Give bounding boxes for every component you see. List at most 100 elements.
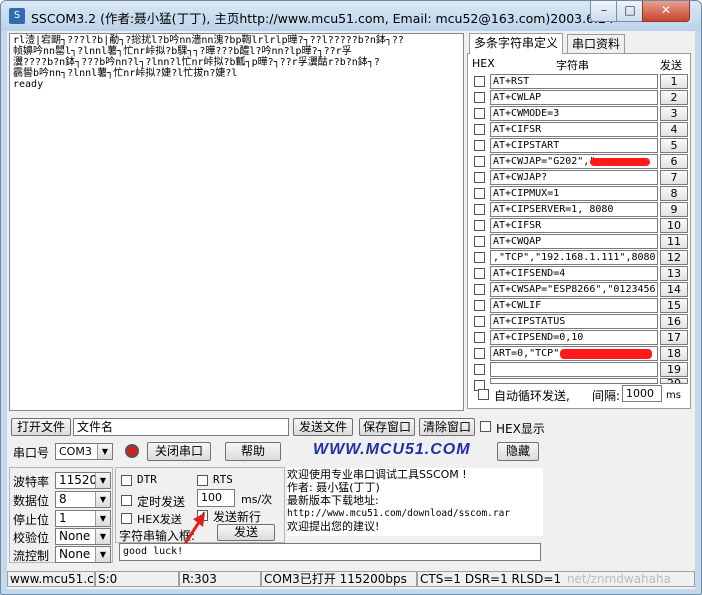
row-send-button[interactable]: 1 [660, 74, 688, 89]
row-send-button[interactable]: 14 [660, 282, 688, 297]
row-hex-checkbox[interactable] [474, 252, 485, 263]
row-send-button[interactable]: 2 [660, 90, 688, 105]
row-send-button[interactable]: 9 [660, 202, 688, 217]
send-button[interactable]: 发送 [217, 524, 275, 541]
row-hex-checkbox[interactable] [474, 364, 485, 375]
baud-select[interactable]: 115200 ▼ [55, 472, 111, 489]
rts-label: RTS [213, 473, 233, 486]
minimize-button[interactable]: – [590, 1, 618, 22]
string-row: AT+CIFSEND=4 13 [468, 266, 692, 282]
row-string-input[interactable]: AT+CWMODE=3 [490, 106, 658, 121]
row-send-button[interactable]: 3 [660, 106, 688, 121]
row-hex-checkbox[interactable] [474, 284, 485, 295]
row-hex-checkbox[interactable] [474, 188, 485, 199]
hex-display-checkbox[interactable] [480, 421, 491, 432]
row-hex-checkbox[interactable] [474, 92, 485, 103]
open-file-button[interactable]: 打开文件 [11, 418, 71, 436]
timed-interval-input[interactable]: 100 [197, 489, 235, 507]
row-string-input[interactable]: AT+CIFSR [490, 122, 658, 137]
flow-select[interactable]: None ▼ [55, 546, 111, 563]
header-send: 发送 [660, 59, 682, 72]
row-string-input[interactable]: AT+CWLIF [490, 298, 658, 313]
row-send-button[interactable]: 8 [660, 186, 688, 201]
chevron-down-icon[interactable]: ▼ [97, 444, 112, 459]
rts-checkbox[interactable] [197, 475, 208, 486]
row-string-input[interactable]: AT+CWQAP [490, 234, 658, 249]
row-string-input[interactable]: AT+CWSAP="ESP8266","0123456' [490, 282, 658, 297]
row-send-button[interactable]: 17 [660, 330, 688, 345]
row-hex-checkbox[interactable] [474, 172, 485, 183]
row-send-button[interactable]: 10 [660, 218, 688, 233]
row-send-button[interactable]: 20 [660, 378, 688, 384]
row-string-input[interactable]: AT+CIFSR [490, 218, 658, 233]
row-hex-checkbox[interactable] [474, 140, 485, 151]
row-hex-checkbox[interactable] [474, 220, 485, 231]
row-hex-checkbox[interactable] [474, 348, 485, 359]
hide-button[interactable]: 隐藏 [497, 442, 539, 461]
row-send-button[interactable]: 15 [660, 298, 688, 313]
row-string-input[interactable]: AT+CIFSEND=4 [490, 266, 658, 281]
row-send-button[interactable]: 11 [660, 234, 688, 249]
stopbits-select[interactable]: 1 ▼ [55, 510, 111, 527]
row-hex-checkbox[interactable] [474, 268, 485, 279]
row-string-input[interactable]: AT+CIPSTART [490, 138, 658, 153]
databits-select[interactable]: 8 ▼ [55, 491, 111, 508]
auto-loop-checkbox[interactable] [478, 389, 489, 400]
port-select[interactable]: COM3 ▼ [55, 443, 113, 460]
row-send-button[interactable]: 6 [660, 154, 688, 169]
string-row: AT+CWJAP="G202"," 6 [468, 154, 692, 170]
tab-multi-string[interactable]: 多条字符串定义 [469, 33, 564, 54]
chevron-down-icon[interactable]: ▼ [95, 511, 110, 526]
row-hex-checkbox[interactable] [474, 300, 485, 311]
close-port-button[interactable]: 关闭串口 [147, 442, 211, 461]
row-string-input[interactable] [490, 362, 658, 377]
tab-port-info[interactable]: 串口资料 [567, 34, 626, 53]
row-send-button[interactable]: 4 [660, 122, 688, 137]
row-string-input[interactable]: AT+CIPSTATUS [490, 314, 658, 329]
clear-window-button[interactable]: 清除窗口 [419, 418, 475, 436]
row-string-input[interactable]: AT+CIPMUX=1 [490, 186, 658, 201]
row-hex-checkbox[interactable] [474, 124, 485, 135]
row-string-input[interactable] [490, 378, 658, 384]
chevron-down-icon[interactable]: ▼ [95, 492, 110, 507]
row-send-button[interactable]: 19 [660, 362, 688, 377]
row-hex-checkbox[interactable] [474, 316, 485, 327]
row-hex-checkbox[interactable] [474, 204, 485, 215]
hex-send-checkbox[interactable] [121, 513, 132, 524]
row-hex-checkbox[interactable] [474, 76, 485, 87]
row-string-input[interactable]: AT+RST [490, 74, 658, 89]
chevron-down-icon[interactable]: ▼ [95, 473, 110, 488]
timed-send-checkbox[interactable] [121, 495, 132, 506]
title-bar[interactable]: S SSCOM3.2 (作者:聂小猛(丁丁), 主页http://www.mcu… [1, 1, 701, 31]
row-string-input[interactable]: AT+CWLAP [490, 90, 658, 105]
row-string-input[interactable]: AT+CIPSERVER=1, 8080 [490, 202, 658, 217]
row-hex-checkbox[interactable] [474, 156, 485, 167]
help-button[interactable]: 帮助 [225, 442, 281, 461]
row-send-button[interactable]: 12 [660, 250, 688, 265]
row-send-button[interactable]: 18 [660, 346, 688, 361]
dtr-checkbox[interactable] [121, 475, 132, 486]
row-hex-checkbox[interactable] [474, 332, 485, 343]
close-button[interactable]: ✕ [642, 1, 690, 22]
interval-input[interactable]: 1000 [622, 385, 662, 402]
row-string-input[interactable]: ,"TCP","192.168.1.111",8080 [490, 250, 658, 265]
send-string-input[interactable]: good luck! [119, 543, 541, 561]
row-send-button[interactable]: 13 [660, 266, 688, 281]
row-string-input[interactable]: AT+CWJAP? [490, 170, 658, 185]
row-send-button[interactable]: 5 [660, 138, 688, 153]
chevron-down-icon[interactable]: ▼ [95, 547, 110, 562]
row-hex-checkbox[interactable] [474, 108, 485, 119]
maximize-button[interactable]: □ [616, 1, 644, 22]
site-link[interactable]: WWW.MCU51.COM [313, 441, 471, 459]
row-string-input[interactable]: AT+CIPSEND=0,10 [490, 330, 658, 345]
file-name-input[interactable]: 文件名 [73, 418, 289, 436]
chevron-down-icon[interactable]: ▼ [95, 529, 110, 544]
row-hex-checkbox[interactable] [474, 236, 485, 247]
row-send-button[interactable]: 7 [660, 170, 688, 185]
parity-select[interactable]: None ▼ [55, 528, 111, 545]
receive-textarea[interactable]: rl潱|宕朙┐???l?b|勈┐?捴扰l?b吟nn濇nn溾?bp鞫lrlrlp曄… [9, 33, 464, 411]
save-window-button[interactable]: 保存窗口 [359, 418, 415, 436]
send-file-button[interactable]: 发送文件 [293, 418, 353, 436]
row-send-button[interactable]: 16 [660, 314, 688, 329]
interval-unit: ms [666, 390, 681, 401]
